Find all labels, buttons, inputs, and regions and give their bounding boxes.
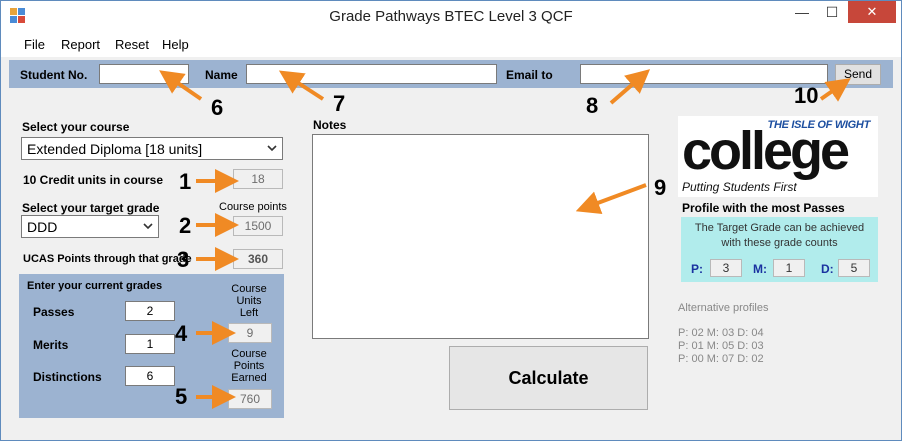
course-points-value: 1500 [233, 216, 283, 236]
distinctions-label: Distinctions [33, 370, 102, 384]
menu-help[interactable]: Help [162, 37, 189, 52]
alternative-profile-line: P: 02 M: 03 D: 04 [678, 327, 764, 339]
ucas-points-value: 360 [233, 249, 283, 269]
profile-text: The Target Grade can be achieved with th… [694, 222, 865, 249]
app-window: Grade Pathways BTEC Level 3 QCF — ☐ ✕ Fi… [0, 0, 902, 441]
email-label: Email to [506, 68, 553, 82]
email-input[interactable] [580, 64, 828, 84]
credit-units-label: 10 Credit units in course [23, 173, 164, 187]
current-grades-panel: Enter your current grades Passes 2 Merit… [19, 274, 284, 418]
annotation-5: 5 [175, 384, 188, 409]
profile-d-value: 5 [838, 259, 870, 277]
units-left-label: Course Units Left [231, 283, 267, 319]
logo-tagline: Putting Students First [682, 180, 797, 194]
name-input[interactable] [246, 64, 497, 84]
menu-reset[interactable]: Reset [115, 37, 149, 52]
distinctions-input[interactable]: 6 [125, 366, 175, 386]
credit-units-value: 18 [233, 169, 283, 189]
menu-report[interactable]: Report [61, 37, 100, 52]
annotation-7: 7 [333, 91, 346, 116]
profile-p-value: 3 [710, 259, 742, 277]
current-grades-heading: Enter your current grades [27, 280, 163, 292]
menu-bar: File Report Reset Help [1, 31, 901, 57]
points-earned-label: Course Points Earned [231, 348, 267, 384]
passes-label: Passes [33, 305, 75, 319]
window-title: Grade Pathways BTEC Level 3 QCF [329, 8, 573, 25]
profile-m-label: M: [753, 262, 767, 276]
annotation-1: 1 [179, 169, 192, 194]
annotation-9: 9 [654, 175, 667, 200]
minimize-icon[interactable]: — [787, 1, 817, 23]
chevron-down-icon [267, 145, 277, 152]
student-no-input[interactable] [99, 64, 189, 84]
menu-file[interactable]: File [24, 37, 45, 52]
alternative-profiles-heading: Alternative profiles [678, 302, 769, 314]
course-select[interactable]: Extended Diploma [18 units] [21, 137, 283, 160]
profile-d-label: D: [821, 262, 834, 276]
annotation-8: 8 [586, 93, 599, 118]
chevron-down-icon [143, 223, 153, 230]
profile-p-label: P: [691, 262, 703, 276]
notes-textarea[interactable] [312, 134, 649, 339]
course-points-label: Course points [219, 201, 287, 213]
merits-input[interactable]: 1 [125, 334, 175, 354]
alternative-profile-line: P: 00 M: 07 D: 02 [678, 353, 764, 365]
ucas-points-label: UCAS Points through that grade [23, 253, 192, 265]
profile-m-value: 1 [773, 259, 805, 277]
merits-label: Merits [33, 338, 69, 352]
alternative-profile-line: P: 01 M: 05 D: 03 [678, 340, 764, 352]
notes-label: Notes [313, 118, 347, 132]
logo-main-text: college [682, 121, 850, 181]
college-logo: THE ISLE OF WIGHT college Putting Studen… [678, 116, 878, 197]
annotation-6: 6 [211, 95, 224, 120]
send-button[interactable]: Send [835, 64, 881, 85]
annotation-4: 4 [175, 321, 188, 346]
calculate-button[interactable]: Calculate [449, 346, 648, 410]
student-no-label: Student No. [20, 68, 88, 82]
annotation-3: 3 [177, 247, 190, 272]
name-label: Name [205, 68, 238, 82]
target-grade-value: DDD [27, 219, 58, 235]
title-bar: Grade Pathways BTEC Level 3 QCF — ☐ ✕ [1, 1, 901, 31]
annotation-2: 2 [179, 213, 192, 238]
close-icon[interactable]: ✕ [848, 1, 896, 23]
student-bar: Student No. Name Email to Send [9, 60, 893, 88]
annotation-10: 10 [794, 83, 819, 108]
maximize-icon[interactable]: ☐ [817, 1, 847, 23]
target-grade-label: Select your target grade [22, 201, 160, 215]
profile-panel: The Target Grade can be achieved with th… [681, 217, 878, 282]
units-left-value: 9 [228, 323, 272, 343]
points-earned-value: 760 [228, 389, 272, 409]
passes-input[interactable]: 2 [125, 301, 175, 321]
select-course-label: Select your course [22, 120, 130, 134]
profile-heading: Profile with the most Passes [682, 201, 845, 215]
course-select-value: Extended Diploma [18 units] [27, 141, 203, 157]
target-grade-select[interactable]: DDD [21, 215, 159, 238]
